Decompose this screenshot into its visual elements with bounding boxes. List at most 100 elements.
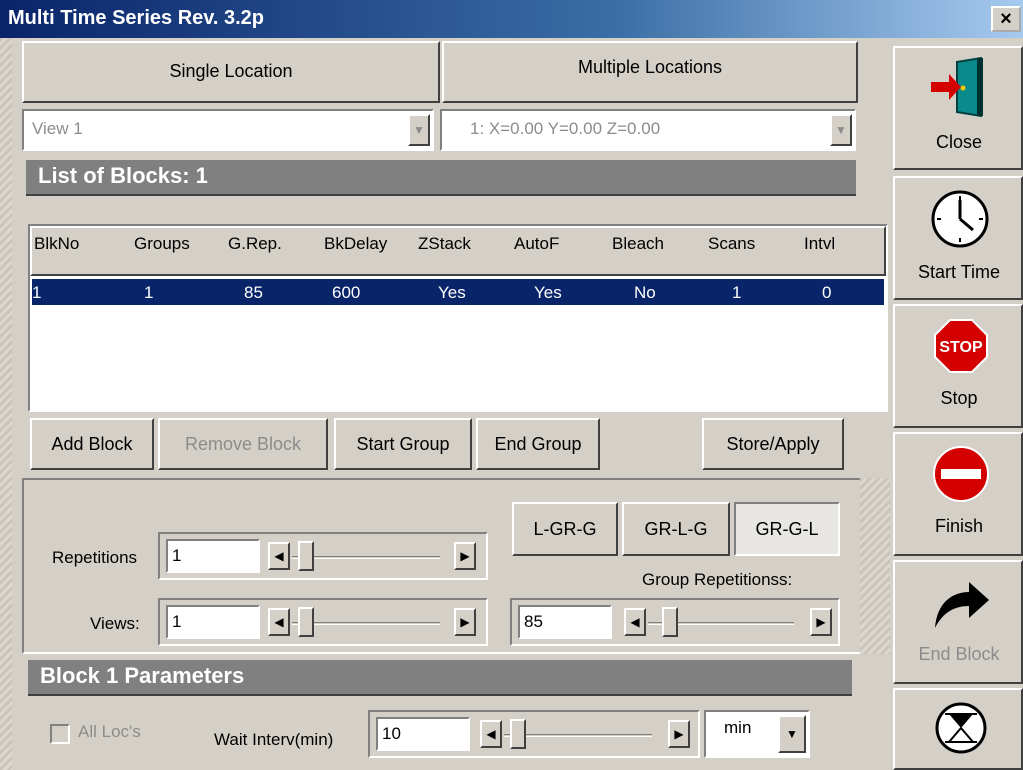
wait-thumb[interactable] — [510, 719, 526, 749]
unit-select-value: min — [724, 718, 752, 737]
view-select-chevron-down-icon[interactable]: ▼ — [408, 114, 430, 146]
cell-bkdelay: 600 — [332, 283, 361, 302]
repetitions-slider[interactable]: 1 ◀ ▶ — [158, 532, 488, 580]
col-grep[interactable]: G.Rep. — [228, 234, 282, 254]
title-bar[interactable]: Multi Time Series Rev. 3.2p × — [0, 0, 1023, 38]
tab-single-location[interactable]: Single Location — [22, 41, 440, 103]
tab-multiple-locations-label: Multiple Locations — [577, 57, 723, 77]
views-right-arrow-icon[interactable]: ▶ — [454, 608, 476, 636]
end-block-button[interactable]: End Block — [893, 560, 1023, 684]
window-close-button[interactable]: × — [991, 6, 1021, 32]
repetitions-left-arrow-icon[interactable]: ◀ — [268, 542, 290, 570]
repetitions-thumb[interactable] — [298, 541, 314, 571]
close-label: Close — [935, 132, 983, 152]
group-reps-thumb[interactable] — [662, 607, 678, 637]
wait-right-arrow-icon[interactable]: ▶ — [668, 720, 690, 748]
start-time-label: Start Time — [917, 262, 1001, 282]
views-slider[interactable]: 1 ◀ ▶ — [158, 598, 488, 646]
views-label: Views: — [90, 614, 140, 633]
col-bkdelay[interactable]: BkDelay — [324, 234, 387, 254]
close-button[interactable]: Close — [893, 46, 1023, 170]
add-block-label: Add Block — [51, 433, 133, 454]
exit-door-icon — [931, 56, 983, 118]
stop-button[interactable]: STOP Stop — [893, 304, 1023, 428]
views-input[interactable]: 1 — [166, 605, 260, 639]
wait-interval-input[interactable]: 10 — [376, 717, 470, 751]
all-locs-checkbox[interactable] — [50, 724, 70, 744]
wait-left-arrow-icon[interactable]: ◀ — [480, 720, 502, 748]
tab-multiple-locations[interactable]: Multiple Locations — [442, 41, 858, 103]
view-select-value: View 1 — [32, 119, 83, 138]
wait-interval-slider[interactable]: 10 ◀ ▶ — [368, 710, 700, 758]
timer-button[interactable] — [893, 688, 1023, 770]
order-gr-l-g-button[interactable]: GR-L-G — [622, 502, 730, 556]
group-reps-left-arrow-icon[interactable]: ◀ — [624, 608, 646, 636]
views-left-arrow-icon[interactable]: ◀ — [268, 608, 290, 636]
cell-blkno: 1 — [32, 283, 42, 302]
cell-scans: 1 — [732, 283, 742, 302]
end-group-button[interactable]: End Group — [476, 418, 600, 470]
blocks-list[interactable]: BlkNo Groups G.Rep. BkDelay ZStack AutoF… — [28, 224, 888, 412]
view-select[interactable]: View 1 ▼ — [22, 109, 434, 151]
left-edge — [0, 38, 12, 770]
repetitions-label: Repetitions — [52, 548, 138, 567]
add-block-button[interactable]: Add Block — [30, 418, 154, 470]
store-apply-label: Store/Apply — [726, 433, 820, 454]
stop-icon-text: STOP — [939, 339, 983, 356]
col-bleach[interactable]: Bleach — [612, 234, 664, 254]
views-thumb[interactable] — [298, 607, 314, 637]
clock-icon — [931, 190, 989, 248]
no-entry-icon — [933, 446, 989, 502]
col-groups[interactable]: Groups — [134, 234, 190, 254]
remove-block-label: Remove Block — [184, 433, 302, 454]
group-reps-right-arrow-icon[interactable]: ▶ — [810, 608, 832, 636]
location-select-chevron-down-icon[interactable]: ▼ — [830, 114, 852, 146]
col-autof[interactable]: AutoF — [514, 234, 559, 254]
cell-zstack: Yes — [438, 283, 466, 302]
finish-label: Finish — [934, 516, 983, 536]
col-scans[interactable]: Scans — [708, 234, 755, 254]
wait-interval-label: Wait Interv(min) — [214, 730, 334, 749]
order-gr-g-l-button[interactable]: GR-G-L — [734, 502, 840, 556]
start-group-button[interactable]: Start Group — [334, 418, 472, 470]
unit-chevron-down-icon[interactable]: ▼ — [778, 715, 806, 753]
col-blkno[interactable]: BlkNo — [34, 234, 79, 254]
group-repetitions-label: Group Repetitionss: — [642, 570, 793, 589]
main-window: Multi Time Series Rev. 3.2p × Single Loc… — [0, 0, 1023, 770]
start-time-button[interactable]: Start Time — [893, 176, 1023, 300]
stop-sign-icon: STOP — [934, 319, 988, 373]
block-parameters-header: Block 1 Parameters — [28, 660, 852, 696]
store-apply-button[interactable]: Store/Apply — [702, 418, 844, 470]
unit-select[interactable]: min ▼ — [704, 710, 810, 758]
col-intvl[interactable]: Intvl — [804, 234, 835, 254]
table-row[interactable]: 1 1 85 600 Yes Yes No 1 0 — [32, 279, 884, 305]
stop-label: Stop — [940, 388, 978, 408]
hourglass-icon — [935, 702, 987, 754]
blocks-list-header-row: BlkNo Groups G.Rep. BkDelay ZStack AutoF… — [30, 226, 886, 276]
order-gr-g-l-label: GR-G-L — [755, 518, 819, 539]
group-repetitions-input[interactable]: 85 — [518, 605, 612, 639]
list-of-blocks-header: List of Blocks: 1 — [26, 160, 856, 196]
repetitions-input[interactable]: 1 — [166, 539, 260, 573]
repetitions-right-arrow-icon[interactable]: ▶ — [454, 542, 476, 570]
order-gr-l-g-label: GR-L-G — [644, 518, 708, 539]
order-l-gr-g-label: L-GR-G — [533, 518, 597, 539]
col-zstack[interactable]: ZStack — [418, 234, 471, 254]
cell-autof: Yes — [534, 283, 562, 302]
cell-groups: 1 — [144, 283, 154, 302]
cell-bleach: No — [634, 283, 656, 302]
end-group-label: End Group — [494, 433, 582, 454]
location-select[interactable]: 1: X=0.00 Y=0.00 Z=0.00 ▼ — [440, 109, 856, 151]
remove-block-button[interactable]: Remove Block — [158, 418, 328, 470]
start-group-label: Start Group — [356, 433, 450, 454]
order-l-gr-g-button[interactable]: L-GR-G — [512, 502, 618, 556]
cell-intvl: 0 — [822, 283, 832, 302]
all-locs-label: All Loc's — [78, 722, 141, 741]
tab-single-location-label: Single Location — [169, 61, 293, 81]
cell-grep: 85 — [244, 283, 263, 302]
window-title: Multi Time Series Rev. 3.2p — [8, 7, 265, 29]
group-repetitions-slider[interactable]: 85 ◀ ▶ — [510, 598, 840, 646]
finish-button[interactable]: Finish — [893, 432, 1023, 556]
curved-arrow-icon — [935, 582, 989, 628]
end-block-label: End Block — [918, 644, 1000, 664]
